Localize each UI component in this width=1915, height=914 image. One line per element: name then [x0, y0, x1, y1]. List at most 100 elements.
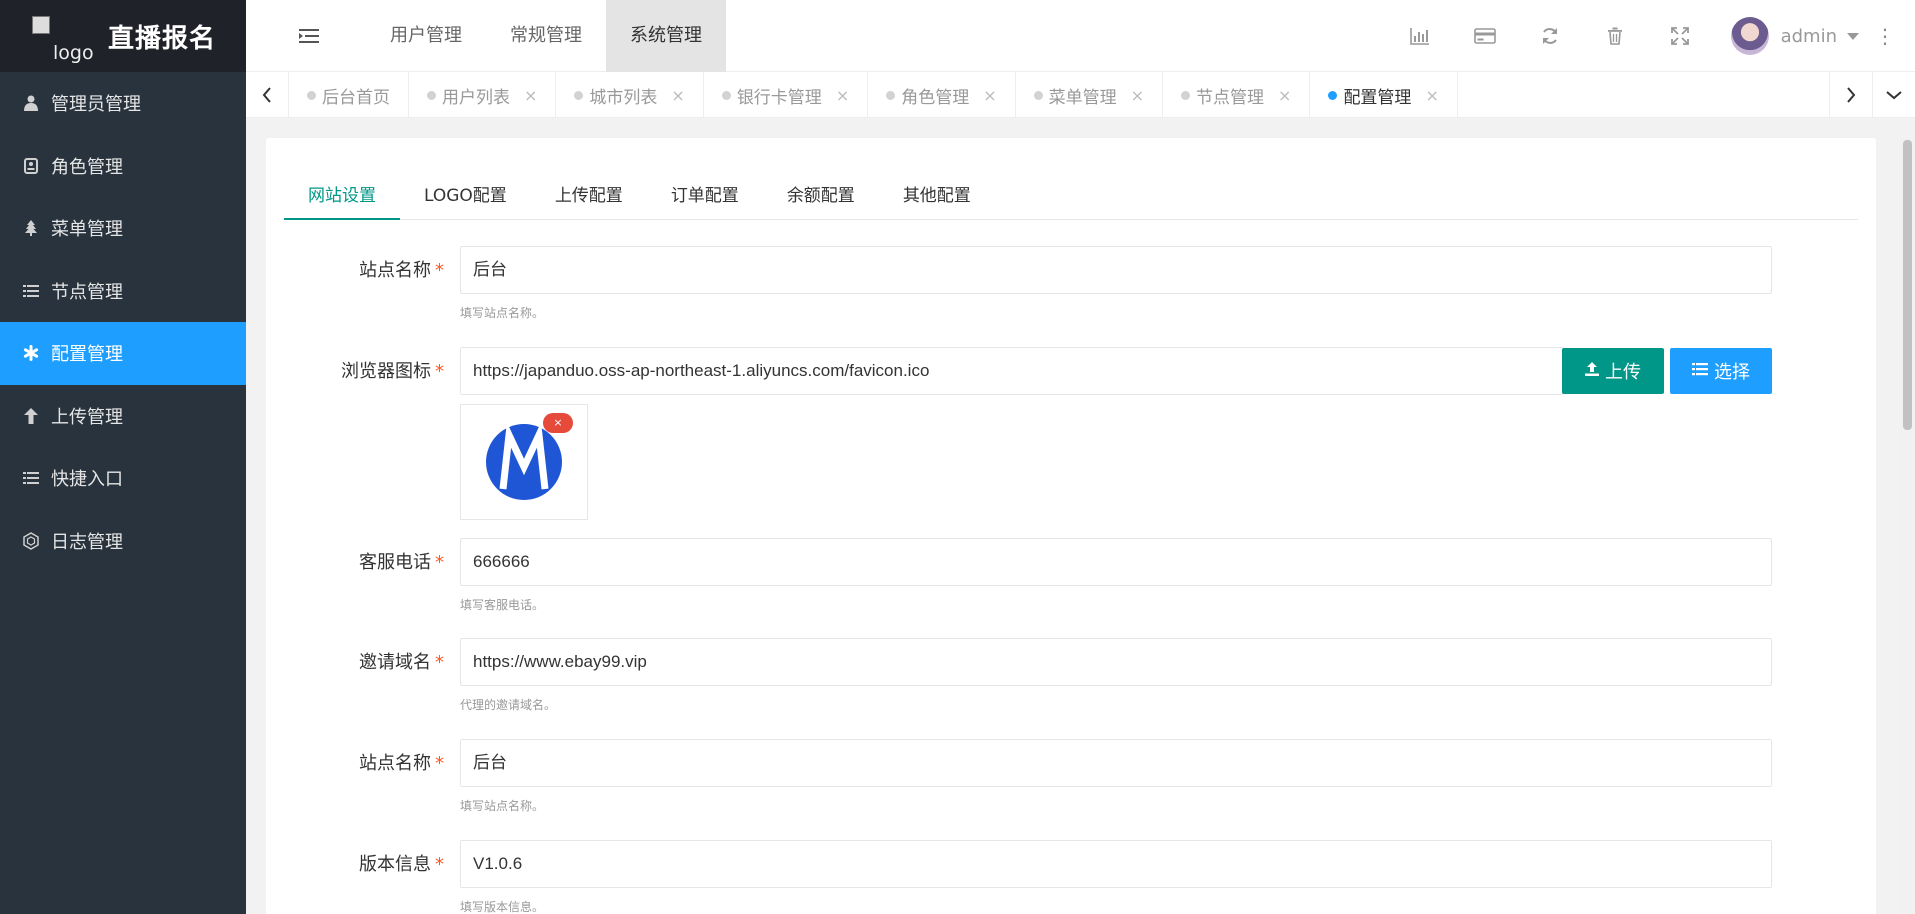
- select-button[interactable]: 选择: [1670, 348, 1772, 394]
- tab-dot: [1033, 90, 1043, 100]
- menu-toggle-icon[interactable]: [298, 25, 320, 47]
- tab-label: 银行卡管理: [736, 87, 822, 108]
- tab-city-list[interactable]: 城市列表 ×: [556, 72, 704, 118]
- field-help: 填写版本信息。: [460, 900, 545, 914]
- remove-image-button[interactable]: ×: [543, 413, 573, 433]
- sidebar-item-roles[interactable]: 角色管理: [0, 135, 246, 198]
- top-header: 用户管理 常规管理 系统管理 admin ⋮: [246, 0, 1915, 72]
- chevron-down-icon[interactable]: [1847, 32, 1859, 40]
- field-label: 浏览器图标 *: [341, 361, 444, 382]
- field-label: 版本信息 *: [359, 854, 444, 875]
- close-icon[interactable]: ×: [1131, 86, 1144, 105]
- top-nav-system[interactable]: 系统管理: [606, 0, 726, 72]
- tab-balance-config[interactable]: 余额配置: [763, 178, 879, 220]
- config-tabs: 网站设置 LOGO配置 上传配置 订单配置 余额配置 其他配置: [284, 178, 1858, 220]
- sidebar-item-logs[interactable]: 日志管理: [0, 510, 246, 573]
- close-icon[interactable]: ×: [1278, 86, 1291, 105]
- sidebar-item-uploads[interactable]: 上传管理: [0, 385, 246, 448]
- top-nav-users[interactable]: 用户管理: [366, 0, 486, 72]
- upload-icon: [1585, 362, 1599, 380]
- sidebar-item-label: 管理员管理: [51, 94, 141, 116]
- fullscreen-icon[interactable]: [1648, 0, 1713, 72]
- field-label: 邀请域名 *: [359, 652, 444, 673]
- sidebar-item-label: 菜单管理: [51, 219, 123, 241]
- sidebar-item-nodes[interactable]: 节点管理: [0, 260, 246, 323]
- tree-icon: [20, 218, 42, 238]
- chart-icon[interactable]: [1388, 0, 1453, 72]
- tab-nodes[interactable]: 节点管理 ×: [1163, 72, 1311, 118]
- tab-home[interactable]: 后台首页: [289, 72, 409, 118]
- field-help: 代理的邀请域名。: [460, 698, 557, 712]
- sidebar: logo 直播报名 管理员管理 角色管理 菜单管理 节点管理 配置管理 上传管理…: [0, 0, 246, 914]
- field-label: 客服电话 *: [359, 552, 444, 573]
- tab-dot: [307, 90, 316, 100]
- top-nav-general[interactable]: 常规管理: [486, 0, 606, 72]
- arrow-up-icon: [20, 406, 42, 426]
- sidebar-item-menus[interactable]: 菜单管理: [0, 197, 246, 260]
- logo-alt-text: logo: [53, 42, 94, 64]
- tab-bank-cards[interactable]: 银行卡管理 ×: [704, 72, 869, 118]
- tab-other-config[interactable]: 其他配置: [879, 178, 995, 220]
- upload-button[interactable]: 上传: [1562, 348, 1664, 394]
- tab-menu-chevron-down-icon[interactable]: [1872, 72, 1915, 118]
- version-input[interactable]: V1.0.6: [460, 840, 1772, 888]
- trash-icon[interactable]: [1583, 0, 1648, 72]
- tab-logo-config[interactable]: LOGO配置: [400, 178, 531, 220]
- avatar[interactable]: [1730, 17, 1769, 55]
- gear-icon: [20, 343, 42, 363]
- top-nav: 用户管理 常规管理 系统管理: [366, 0, 726, 72]
- sidebar-item-config[interactable]: 配置管理: [0, 322, 246, 385]
- sidebar-item-admin[interactable]: 管理员管理: [0, 72, 246, 135]
- user-icon: [20, 93, 42, 113]
- side-menu: 管理员管理 角色管理 菜单管理 节点管理 配置管理 上传管理 快捷入口 日志管理: [0, 72, 246, 572]
- tab-scroll-right-icon[interactable]: [1829, 72, 1872, 118]
- tab-label: 角色管理: [901, 87, 970, 108]
- tab-menus[interactable]: 菜单管理 ×: [1016, 72, 1164, 118]
- close-icon[interactable]: ×: [983, 86, 996, 105]
- sidebar-item-label: 快捷入口: [51, 469, 123, 491]
- tab-bar: 后台首页 用户列表 × 城市列表 × 银行卡管理 × 角色管理 × 菜单管理 ×: [246, 72, 1915, 118]
- tab-label: 城市列表: [589, 87, 658, 108]
- tab-dot: [721, 90, 731, 100]
- tab-dot: [574, 90, 584, 100]
- close-icon[interactable]: ×: [1425, 86, 1438, 105]
- page-tabs: 后台首页 用户列表 × 城市列表 × 银行卡管理 × 角色管理 × 菜单管理 ×: [289, 72, 1458, 118]
- tab-dot: [1181, 90, 1191, 100]
- logo-area[interactable]: logo 直播报名: [0, 0, 246, 72]
- vertical-scrollbar[interactable]: [1900, 138, 1915, 914]
- header-tools: admin ⋮: [1388, 0, 1915, 72]
- favicon-url-input[interactable]: https://japanduo.oss-ap-northeast-1.aliy…: [460, 347, 1564, 395]
- close-icon[interactable]: ×: [836, 86, 849, 105]
- field-label: 站点名称 *: [359, 753, 444, 774]
- tab-scroll-left-icon[interactable]: [246, 72, 289, 118]
- field-help: 填写站点名称。: [460, 799, 545, 813]
- field-help: 填写站点名称。: [460, 306, 545, 320]
- tab-site-settings[interactable]: 网站设置: [284, 178, 400, 220]
- service-phone-input[interactable]: 666666: [460, 538, 1772, 586]
- tab-roles[interactable]: 角色管理 ×: [868, 72, 1016, 118]
- broken-image-icon: [32, 16, 50, 34]
- close-icon[interactable]: ×: [671, 86, 684, 105]
- field-label: 站点名称 *: [359, 260, 444, 281]
- site-name-input[interactable]: 后台: [460, 246, 1772, 294]
- more-icon[interactable]: ⋮: [1875, 26, 1895, 46]
- sidebar-item-label: 日志管理: [51, 531, 123, 553]
- invite-domain-input[interactable]: https://www.ebay99.vip: [460, 638, 1772, 686]
- scrollbar-thumb[interactable]: [1903, 140, 1912, 430]
- tab-label: 后台首页: [322, 87, 390, 108]
- site-name-2-input[interactable]: 后台: [460, 739, 1772, 787]
- tab-order-config[interactable]: 订单配置: [647, 178, 763, 220]
- tab-config[interactable]: 配置管理 ×: [1310, 72, 1458, 118]
- close-icon[interactable]: ×: [524, 86, 537, 105]
- tab-label: 节点管理: [1196, 87, 1265, 108]
- sidebar-item-shortcuts[interactable]: 快捷入口: [0, 447, 246, 510]
- refresh-icon[interactable]: [1518, 0, 1583, 72]
- tab-upload-config[interactable]: 上传配置: [531, 178, 647, 220]
- user-name[interactable]: admin: [1781, 26, 1837, 47]
- card-icon[interactable]: [1453, 0, 1518, 72]
- sidebar-item-label: 角色管理: [51, 156, 123, 178]
- app-title: 直播报名: [108, 23, 217, 54]
- sidebar-item-label: 配置管理: [51, 344, 123, 366]
- hexagon-icon: [20, 531, 42, 551]
- tab-user-list[interactable]: 用户列表 ×: [409, 72, 557, 118]
